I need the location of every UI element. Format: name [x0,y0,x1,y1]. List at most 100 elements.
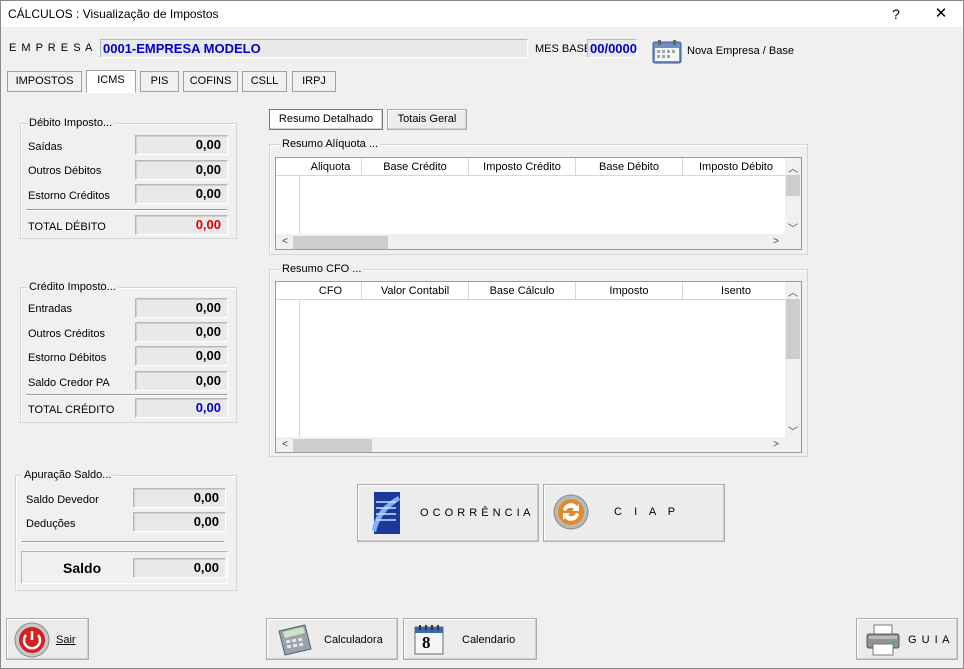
mes-base-value: 00/0000 [590,41,637,56]
calendar-icon [651,39,683,65]
empresa-value: 0001-EMPRESA MODELO [103,41,261,56]
vertical-scrollbar[interactable]: ︿ ﹀ [785,158,801,235]
tab-cofins[interactable]: COFINS [183,71,238,92]
apuracao-separator [22,541,224,543]
total-credito-label: TOTAL CRÉDITO [28,404,115,416]
saldo-devedor-label: Saldo Devedor [26,494,99,506]
scroll-left-icon[interactable]: < [278,236,292,247]
close-button[interactable]: ✕ [926,4,956,24]
window-title: CÁLCULOS : Visualização de Impostos [8,7,219,21]
mes-base-label: MES BASE [535,43,592,55]
saldo-credor-pa-field[interactable]: 0,00 [135,371,228,391]
sair-label: Sair [56,634,76,646]
calculadora-button[interactable]: Calculadora [266,618,398,660]
estorno-creditos-label: Estorno Créditos [28,190,110,202]
scroll-up-icon[interactable]: ︿ [786,284,800,299]
horizontal-scrollbar[interactable]: < > [276,234,801,249]
col-valor-contabil[interactable]: Valor Contabil [362,282,469,300]
hscroll-thumb[interactable] [293,439,372,452]
total-credito-field[interactable]: 0,00 [135,398,228,418]
help-button[interactable]: ? [881,4,911,24]
outros-creditos-label: Outros Créditos [28,328,106,340]
scroll-up-icon[interactable]: ︿ [786,160,800,175]
calculator-icon [275,623,315,657]
nova-empresa-button[interactable]: Nova Empresa / Base [649,37,799,65]
col-base-debito[interactable]: Base Débito [576,158,683,176]
calendario-button[interactable]: 8 Calendario [403,618,537,660]
outros-debitos-field[interactable]: 0,00 [135,160,228,180]
apuracao-title: Apuração Saldo... [22,469,114,481]
mes-base-field[interactable]: 00/0000 [587,39,637,58]
printer-icon [865,623,901,657]
saldo-label: Saldo [63,560,102,576]
saldo-credor-pa-label: Saldo Credor PA [28,377,110,389]
tab-resumo-detalhado[interactable]: Resumo Detalhado [269,109,383,130]
grid-header: Aliquota Base Crédito Imposto Crédito Ba… [276,158,801,176]
estorno-creditos-field[interactable]: 0,00 [135,184,228,204]
scroll-thumb[interactable] [786,299,800,359]
resumo-cfo-title: Resumo CFO ... [280,263,364,275]
refresh-icon [552,493,590,531]
outros-creditos-field[interactable]: 0,00 [135,322,228,342]
credito-separator [26,394,227,396]
col-cfo[interactable]: CFO [300,282,362,300]
guia-label: G U I A [908,634,951,646]
title-bar: CÁLCULOS : Visualização de Impostos ? ✕ [1,1,963,27]
saldo-devedor-field[interactable]: 0,00 [133,488,226,508]
total-debito-field[interactable]: 0,00 [135,215,228,235]
col-aliquota[interactable]: Aliquota [300,158,362,176]
sair-button[interactable]: Sair [6,618,89,660]
guia-button[interactable]: G U I A [856,618,958,660]
grid-header: CFO Valor Contabil Base Cálculo Imposto … [276,282,801,300]
main-window: CÁLCULOS : Visualização de Impostos ? ✕ … [0,0,964,669]
debito-separator [26,209,227,211]
entradas-label: Entradas [28,303,73,315]
tab-pis[interactable]: PIS [140,71,179,92]
credito-title: Crédito Imposto... [27,281,118,293]
horizontal-scrollbar[interactable]: < > [276,437,801,452]
calendario-label: Calendario [462,634,516,646]
deducoes-field[interactable]: 0,00 [133,512,226,532]
deducoes-label: Deduções [26,518,76,530]
saldo-field[interactable]: 0,00 [133,558,226,578]
estorno-debitos-field[interactable]: 0,00 [135,346,228,366]
total-debito-label: TOTAL DÉBITO [28,221,106,233]
tab-icms[interactable]: ICMS [86,70,136,93]
outros-debitos-label: Outros Débitos [28,165,102,177]
resumo-aliquota-title: Resumo Alíquota ... [280,138,380,150]
entradas-field[interactable]: 0,00 [135,298,228,318]
col-base-credito[interactable]: Base Crédito [362,158,469,176]
tab-csll[interactable]: CSLL [242,71,287,92]
hscroll-thumb[interactable] [293,236,388,249]
tab-irpj[interactable]: IRPJ [292,71,336,92]
calendar-day: 8 [422,633,431,652]
empresa-label: E M P R E S A [9,42,94,54]
saidas-label: Saídas [28,141,63,153]
col-base-calculo[interactable]: Base Cálculo [469,282,576,300]
resumo-aliquota-grid[interactable]: Aliquota Base Crédito Imposto Crédito Ba… [275,157,802,250]
scroll-right-icon[interactable]: > [769,439,783,450]
empresa-field[interactable]: 0001-EMPRESA MODELO [100,39,528,58]
ocorrencia-button[interactable]: O C O R R Ê N C I A [357,484,539,542]
calendar-icon: 8 [412,623,446,657]
nova-empresa-label: Nova Empresa / Base [687,45,794,57]
tab-totais-geral[interactable]: Totais Geral [387,109,467,130]
col-imposto[interactable]: Imposto [576,282,683,300]
scroll-thumb[interactable] [786,175,800,196]
calculadora-label: Calculadora [324,634,383,646]
col-isento[interactable]: Isento [683,282,790,300]
vertical-scrollbar[interactable]: ︿ ﹀ [785,282,801,438]
resumo-cfo-grid[interactable]: CFO Valor Contabil Base Cálculo Imposto … [275,281,802,453]
scroll-left-icon[interactable]: < [278,439,292,450]
scroll-right-icon[interactable]: > [769,236,783,247]
power-icon [14,622,50,658]
document-icon [368,490,404,536]
estorno-debitos-label: Estorno Débitos [28,352,107,364]
tab-impostos[interactable]: IMPOSTOS [7,71,82,92]
col-imposto-credito[interactable]: Imposto Crédito [469,158,576,176]
col-imposto-debito[interactable]: Imposto Débito [683,158,790,176]
ciap-button[interactable]: C I A P [543,484,725,542]
saidas-field[interactable]: 0,00 [135,135,228,155]
scroll-down-icon[interactable]: ﹀ [786,423,800,438]
scroll-down-icon[interactable]: ﹀ [786,220,800,235]
